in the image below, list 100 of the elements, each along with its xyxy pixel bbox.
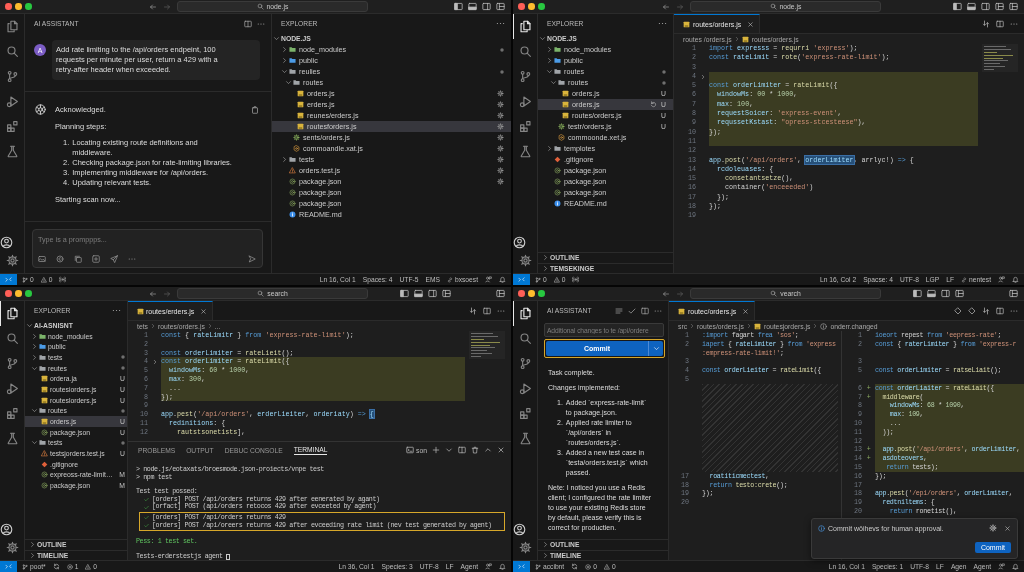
sidebar-right-icon[interactable] bbox=[428, 289, 437, 298]
broadcast-icon[interactable] bbox=[572, 276, 580, 283]
split-editor-icon[interactable] bbox=[996, 19, 1004, 28]
js-file-icon bbox=[741, 35, 749, 43]
layout-icon[interactable] bbox=[955, 289, 964, 298]
feedback-icon[interactable] bbox=[485, 276, 492, 283]
close-icon[interactable] bbox=[742, 307, 750, 315]
search-icon bbox=[519, 332, 532, 345]
check-icon[interactable] bbox=[628, 306, 636, 315]
close-icon[interactable] bbox=[518, 3, 525, 10]
add-icon[interactable] bbox=[92, 255, 100, 263]
compare-icon[interactable] bbox=[982, 19, 990, 28]
bell-icon[interactable] bbox=[1012, 563, 1019, 570]
feedback-icon[interactable] bbox=[998, 276, 1005, 283]
layout-icon[interactable] bbox=[641, 306, 649, 315]
feedback-icon[interactable] bbox=[485, 563, 492, 570]
bell-icon[interactable] bbox=[1012, 276, 1019, 283]
sync-icon[interactable] bbox=[52, 563, 60, 570]
js-file-icon bbox=[683, 20, 690, 28]
error-icon bbox=[66, 563, 73, 570]
split-editor-icon[interactable] bbox=[996, 306, 1004, 315]
chevron-up-icon[interactable] bbox=[484, 446, 492, 454]
maximize-icon[interactable] bbox=[25, 3, 32, 10]
back-arrow-icon[interactable] bbox=[662, 2, 670, 11]
flask-icon bbox=[519, 145, 532, 158]
minimize-icon[interactable] bbox=[15, 290, 22, 297]
accounts-button[interactable] bbox=[513, 237, 524, 248]
bell-icon[interactable] bbox=[499, 276, 506, 283]
maximize-icon[interactable] bbox=[538, 290, 545, 297]
close-icon[interactable] bbox=[1004, 524, 1011, 532]
split-editor-icon[interactable] bbox=[244, 19, 252, 28]
back-arrow-icon[interactable] bbox=[149, 2, 157, 11]
chevron-right-icon[interactable] bbox=[699, 73, 706, 80]
copy-icon[interactable] bbox=[74, 255, 82, 263]
mention-icon[interactable] bbox=[56, 255, 64, 263]
image-icon[interactable] bbox=[38, 255, 46, 263]
close-icon[interactable] bbox=[5, 3, 12, 10]
back-arrow-icon[interactable] bbox=[662, 289, 670, 298]
panel-bottom-icon[interactable] bbox=[927, 289, 936, 298]
close-icon[interactable] bbox=[5, 290, 12, 297]
compare-icon[interactable] bbox=[469, 306, 477, 315]
account-icon bbox=[0, 523, 13, 536]
chevron-right-icon[interactable] bbox=[151, 358, 158, 365]
split-editor-icon[interactable] bbox=[483, 306, 491, 315]
send-icon[interactable] bbox=[248, 255, 256, 263]
layout-icon[interactable] bbox=[995, 2, 1004, 11]
settings-icon[interactable] bbox=[989, 524, 997, 532]
sidebar-left-icon[interactable] bbox=[913, 289, 922, 298]
close-icon[interactable] bbox=[518, 290, 525, 297]
layout-icon[interactable] bbox=[496, 2, 505, 11]
layout-icon[interactable] bbox=[442, 289, 451, 298]
plus-icon[interactable] bbox=[432, 446, 440, 454]
accounts-button[interactable] bbox=[0, 237, 11, 248]
layout-icon[interactable] bbox=[1009, 2, 1018, 11]
sidebar-right-icon[interactable] bbox=[482, 2, 491, 11]
minimize-icon[interactable] bbox=[528, 290, 535, 297]
split-icon[interactable] bbox=[458, 446, 466, 454]
sidebar-left-icon[interactable] bbox=[400, 289, 409, 298]
accounts-button[interactable] bbox=[513, 524, 524, 535]
remote-icon bbox=[518, 276, 525, 283]
info-icon bbox=[818, 524, 825, 532]
feedback-icon[interactable] bbox=[998, 563, 1005, 570]
minimize-icon[interactable] bbox=[528, 3, 535, 10]
search-icon bbox=[6, 332, 19, 345]
trash-icon[interactable] bbox=[471, 446, 479, 454]
sidebar-left-icon[interactable] bbox=[953, 2, 962, 11]
layout-icon[interactable] bbox=[1009, 289, 1018, 298]
remote-icon bbox=[5, 276, 12, 283]
flower-icon bbox=[35, 104, 46, 115]
sidebar-right-icon[interactable] bbox=[941, 289, 950, 298]
source-control-icon bbox=[519, 70, 532, 83]
bell-icon[interactable] bbox=[499, 563, 506, 570]
sidebar-right-icon[interactable] bbox=[981, 2, 990, 11]
compare-icon[interactable] bbox=[982, 306, 990, 315]
sidebar-left-icon[interactable] bbox=[454, 2, 463, 11]
paper-plane-icon[interactable] bbox=[110, 255, 118, 263]
layout-icon[interactable] bbox=[496, 289, 505, 298]
close-icon[interactable] bbox=[747, 20, 755, 28]
branch-icon bbox=[22, 563, 28, 570]
maximize-icon[interactable] bbox=[25, 290, 32, 297]
broadcast-icon[interactable] bbox=[59, 276, 67, 283]
js-file-icon bbox=[297, 90, 304, 97]
panel-bottom-icon[interactable] bbox=[414, 289, 423, 298]
minimize-icon[interactable] bbox=[15, 3, 22, 10]
clipboard-icon[interactable] bbox=[251, 105, 259, 114]
accounts-button[interactable] bbox=[0, 524, 11, 535]
panel-bottom-icon[interactable] bbox=[468, 2, 477, 11]
sync-icon[interactable] bbox=[571, 563, 579, 570]
maximize-icon[interactable] bbox=[538, 3, 545, 10]
folder-icon bbox=[39, 407, 46, 415]
chevron-down-icon[interactable] bbox=[445, 446, 453, 454]
js-file-icon bbox=[562, 101, 569, 108]
branch-icon bbox=[535, 276, 541, 283]
js-file-icon bbox=[678, 307, 685, 315]
back-arrow-icon[interactable] bbox=[149, 289, 157, 298]
revert-icon[interactable] bbox=[650, 101, 658, 108]
close-icon[interactable] bbox=[200, 307, 208, 315]
search-icon bbox=[769, 3, 777, 10]
close-icon[interactable] bbox=[497, 446, 505, 454]
panel-bottom-icon[interactable] bbox=[967, 2, 976, 11]
